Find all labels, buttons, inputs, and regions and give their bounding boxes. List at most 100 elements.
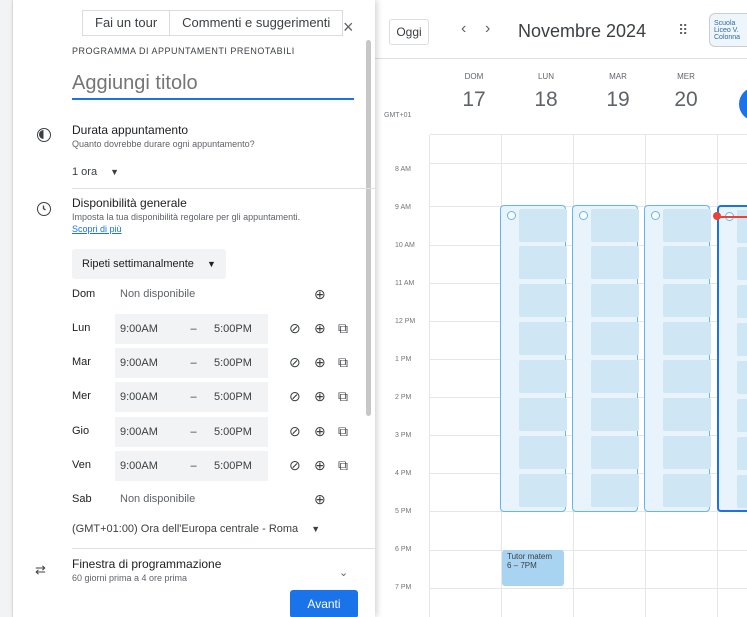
today-indicator[interactable] [739,87,747,121]
start-time-field[interactable]: 9:00AM [115,451,181,481]
copy-icon[interactable]: ⧉ [338,457,348,474]
timezone-select[interactable]: (GMT+01:00) Ora dell'Europa centrale - R… [72,523,320,535]
availability-subtitle: Imposta la tua disponibilità regolare pe… [72,212,301,222]
availability-block[interactable] [572,205,639,512]
time-separator: – [181,451,206,481]
swap-icon: ⇄ [35,562,46,577]
end-time-field[interactable]: 5:00PM [206,348,268,378]
duration-select[interactable]: 1 ora ▼ [72,166,119,178]
availability-title: Disponibilità generale [72,196,187,210]
feedback-button[interactable]: Commenti e suggerimenti [170,10,344,36]
availability-block[interactable] [500,205,567,512]
hour-label: 7 PM [395,584,412,591]
repeat-select[interactable]: Ripeti settimanalmente ▼ [72,249,226,279]
day-number[interactable]: 19 [590,88,646,112]
availability-block[interactable] [717,205,747,512]
slot [663,398,711,431]
copy-icon[interactable]: ⧉ [338,320,348,337]
calendar: Oggi ‹ › Novembre 2024 ⠿ Scuola Liceo V.… [375,0,747,617]
end-time-field[interactable]: 5:00PM [206,314,268,344]
divider [72,188,375,189]
start-time-field[interactable]: 9:00AM [115,348,181,378]
slot [591,360,639,393]
unavailable-text: Non disponibile [120,493,196,505]
start-time-field[interactable]: 9:00AM [115,314,181,344]
block-icon[interactable]: ⊘ [289,320,301,337]
event-title: Tutor matem [507,552,553,561]
availability-block[interactable] [644,205,711,512]
slot [519,398,567,431]
day-number[interactable]: 20 [658,88,714,112]
slot [663,436,711,469]
block-icon[interactable]: ⊘ [289,423,301,440]
hour-label: 9 AM [395,204,411,211]
copy-icon[interactable]: ⧉ [338,388,348,405]
add-icon[interactable]: ⊕ [314,457,326,474]
slot [737,210,747,243]
left-strip [0,0,13,617]
title-input[interactable] [72,72,354,100]
slot [591,436,639,469]
current-time-line [717,216,747,218]
booking-icon [651,211,660,220]
hour-label: 6 PM [395,546,412,553]
copy-icon[interactable]: ⧉ [338,354,348,371]
apps-grid-icon[interactable]: ⠿ [678,22,688,39]
hour-label: 3 PM [395,432,412,439]
slot [663,284,711,317]
add-icon[interactable]: ⊕ [314,354,326,371]
slot [737,399,747,432]
add-icon[interactable]: ⊕ [314,320,326,337]
start-time-field[interactable]: 9:00AM [115,382,181,412]
next-button[interactable]: Avanti [290,590,358,617]
today-button[interactable]: Oggi [389,19,429,45]
slot [591,474,639,507]
slot [663,209,711,242]
tour-button[interactable]: Fai un tour [82,10,171,36]
current-time-dot [713,212,721,220]
close-icon[interactable]: × [343,18,354,36]
day-number[interactable]: 17 [446,88,502,112]
end-time-field[interactable]: 5:00PM [206,417,268,447]
dropdown-arrow-icon: ▼ [110,167,120,177]
slot [737,361,747,394]
add-icon[interactable]: ⊕ [314,388,326,405]
booking-icon [579,211,588,220]
block-icon[interactable]: ⊘ [289,354,301,371]
chevron-right-icon[interactable]: › [485,20,490,38]
chevron-down-icon[interactable]: ⌄ [339,566,348,579]
chevron-left-icon[interactable]: ‹ [461,20,466,38]
slot [519,436,567,469]
day-label: Lun [72,322,91,334]
slot [519,284,567,317]
add-icon[interactable]: ⊕ [314,423,326,440]
end-time-field[interactable]: 5:00PM [206,451,268,481]
day-of-week: MAR [609,72,627,81]
copy-icon[interactable]: ⧉ [338,423,348,440]
duration-title: Durata appuntamento [72,123,189,137]
panel-scrollbar[interactable] [366,40,371,416]
slot [591,398,639,431]
window-subtitle: 60 giorni prima a 4 ore prima [72,573,188,583]
slot [663,474,711,507]
day-label: Dom [72,288,96,300]
add-icon[interactable]: ⊕ [314,286,326,303]
panel-heading: PROGRAMMA DI APPUNTAMENTI PRENOTABILI [72,46,295,56]
unavailable-text: Non disponibile [120,288,196,300]
month-label: Novembre 2024 [518,21,647,41]
learn-more-link[interactable]: Scopri di più [72,224,122,234]
calendar-event[interactable]: Tutor matem 6 – 7PM [502,550,564,586]
booking-panel: Fai un tour Commenti e suggerimenti × PR… [13,0,375,617]
end-time-field[interactable]: 5:00PM [206,382,268,412]
hour-label: 1 PM [395,356,412,363]
block-icon[interactable]: ⊘ [289,457,301,474]
day-number[interactable]: 18 [518,88,574,112]
slot [737,437,747,470]
day-row-gio: Gio 9:00AM – 5:00PM ⊘ ⊕ ⧉ [72,417,362,447]
start-time-field[interactable]: 9:00AM [115,417,181,447]
day-label: Sab [72,493,92,505]
block-icon[interactable]: ⊘ [289,388,301,405]
slot [591,322,639,355]
add-icon[interactable]: ⊕ [314,491,326,508]
slot [663,322,711,355]
